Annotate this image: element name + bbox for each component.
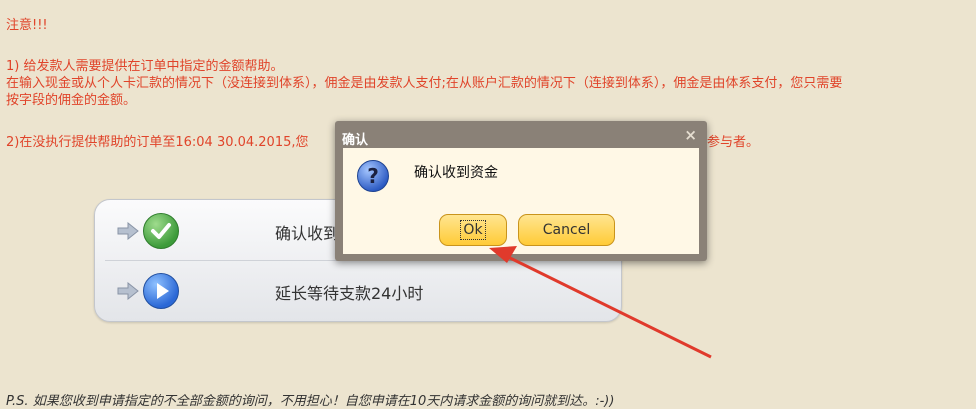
pointer-arrow-icon bbox=[489, 246, 712, 359]
ps-note: P.S. 如果您收到申请指定的不全部金额的询问，不用担心！自您申请在10天内请求… bbox=[6, 394, 615, 409]
